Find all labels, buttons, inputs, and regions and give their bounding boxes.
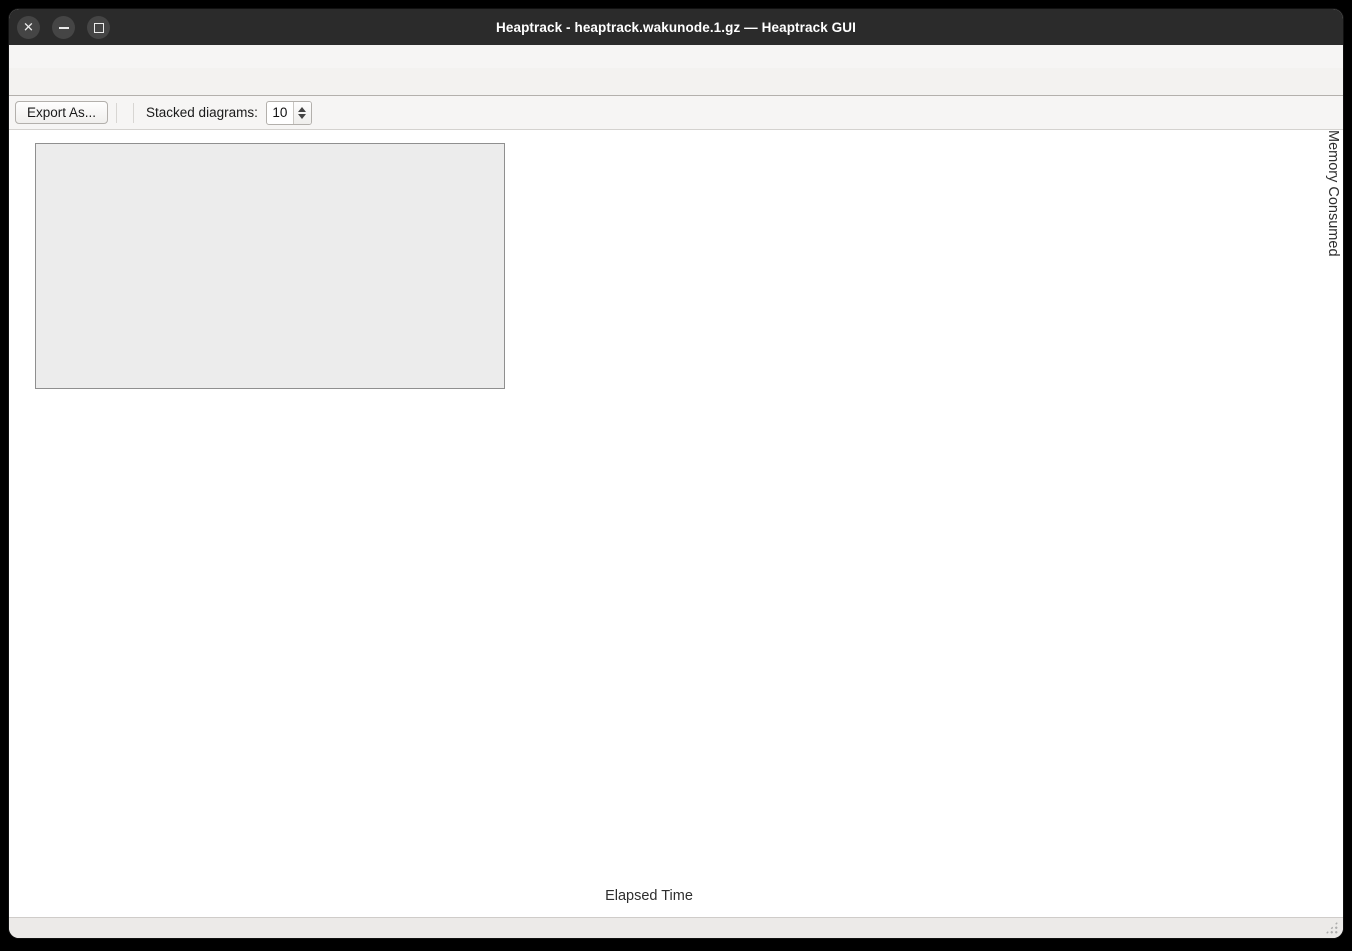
export-as-button[interactable]: Export As...	[15, 101, 108, 124]
stacked-diagrams-label: Stacked diagrams:	[146, 105, 258, 120]
toolbar-separator	[133, 103, 134, 123]
consumed-chart[interactable]: Elapsed Time Memory Consumed	[9, 130, 1343, 917]
toolbar: Export As... Stacked diagrams: 10	[9, 95, 1343, 130]
app-window: ✕ Heaptrack - heaptrack.wakunode.1.gz — …	[9, 9, 1343, 938]
stacked-diagrams-spinner[interactable]: 10	[266, 101, 312, 125]
menu-bar	[9, 45, 1343, 68]
chart-legend	[35, 143, 505, 389]
resize-grip-icon[interactable]	[1325, 921, 1338, 934]
stacked-diagrams-value[interactable]: 10	[267, 102, 293, 124]
y-axis-title: Memory Consumed	[1325, 130, 1341, 870]
status-bar	[9, 917, 1343, 938]
spinner-down-icon[interactable]	[298, 114, 306, 119]
spinner-up-icon[interactable]	[298, 107, 306, 112]
tab-bar	[9, 68, 1343, 95]
title-bar[interactable]: ✕ Heaptrack - heaptrack.wakunode.1.gz — …	[9, 9, 1343, 45]
x-axis-title: Elapsed Time	[9, 888, 1289, 904]
window-title: Heaptrack - heaptrack.wakunode.1.gz — He…	[9, 9, 1343, 45]
toolbar-separator	[116, 103, 117, 123]
